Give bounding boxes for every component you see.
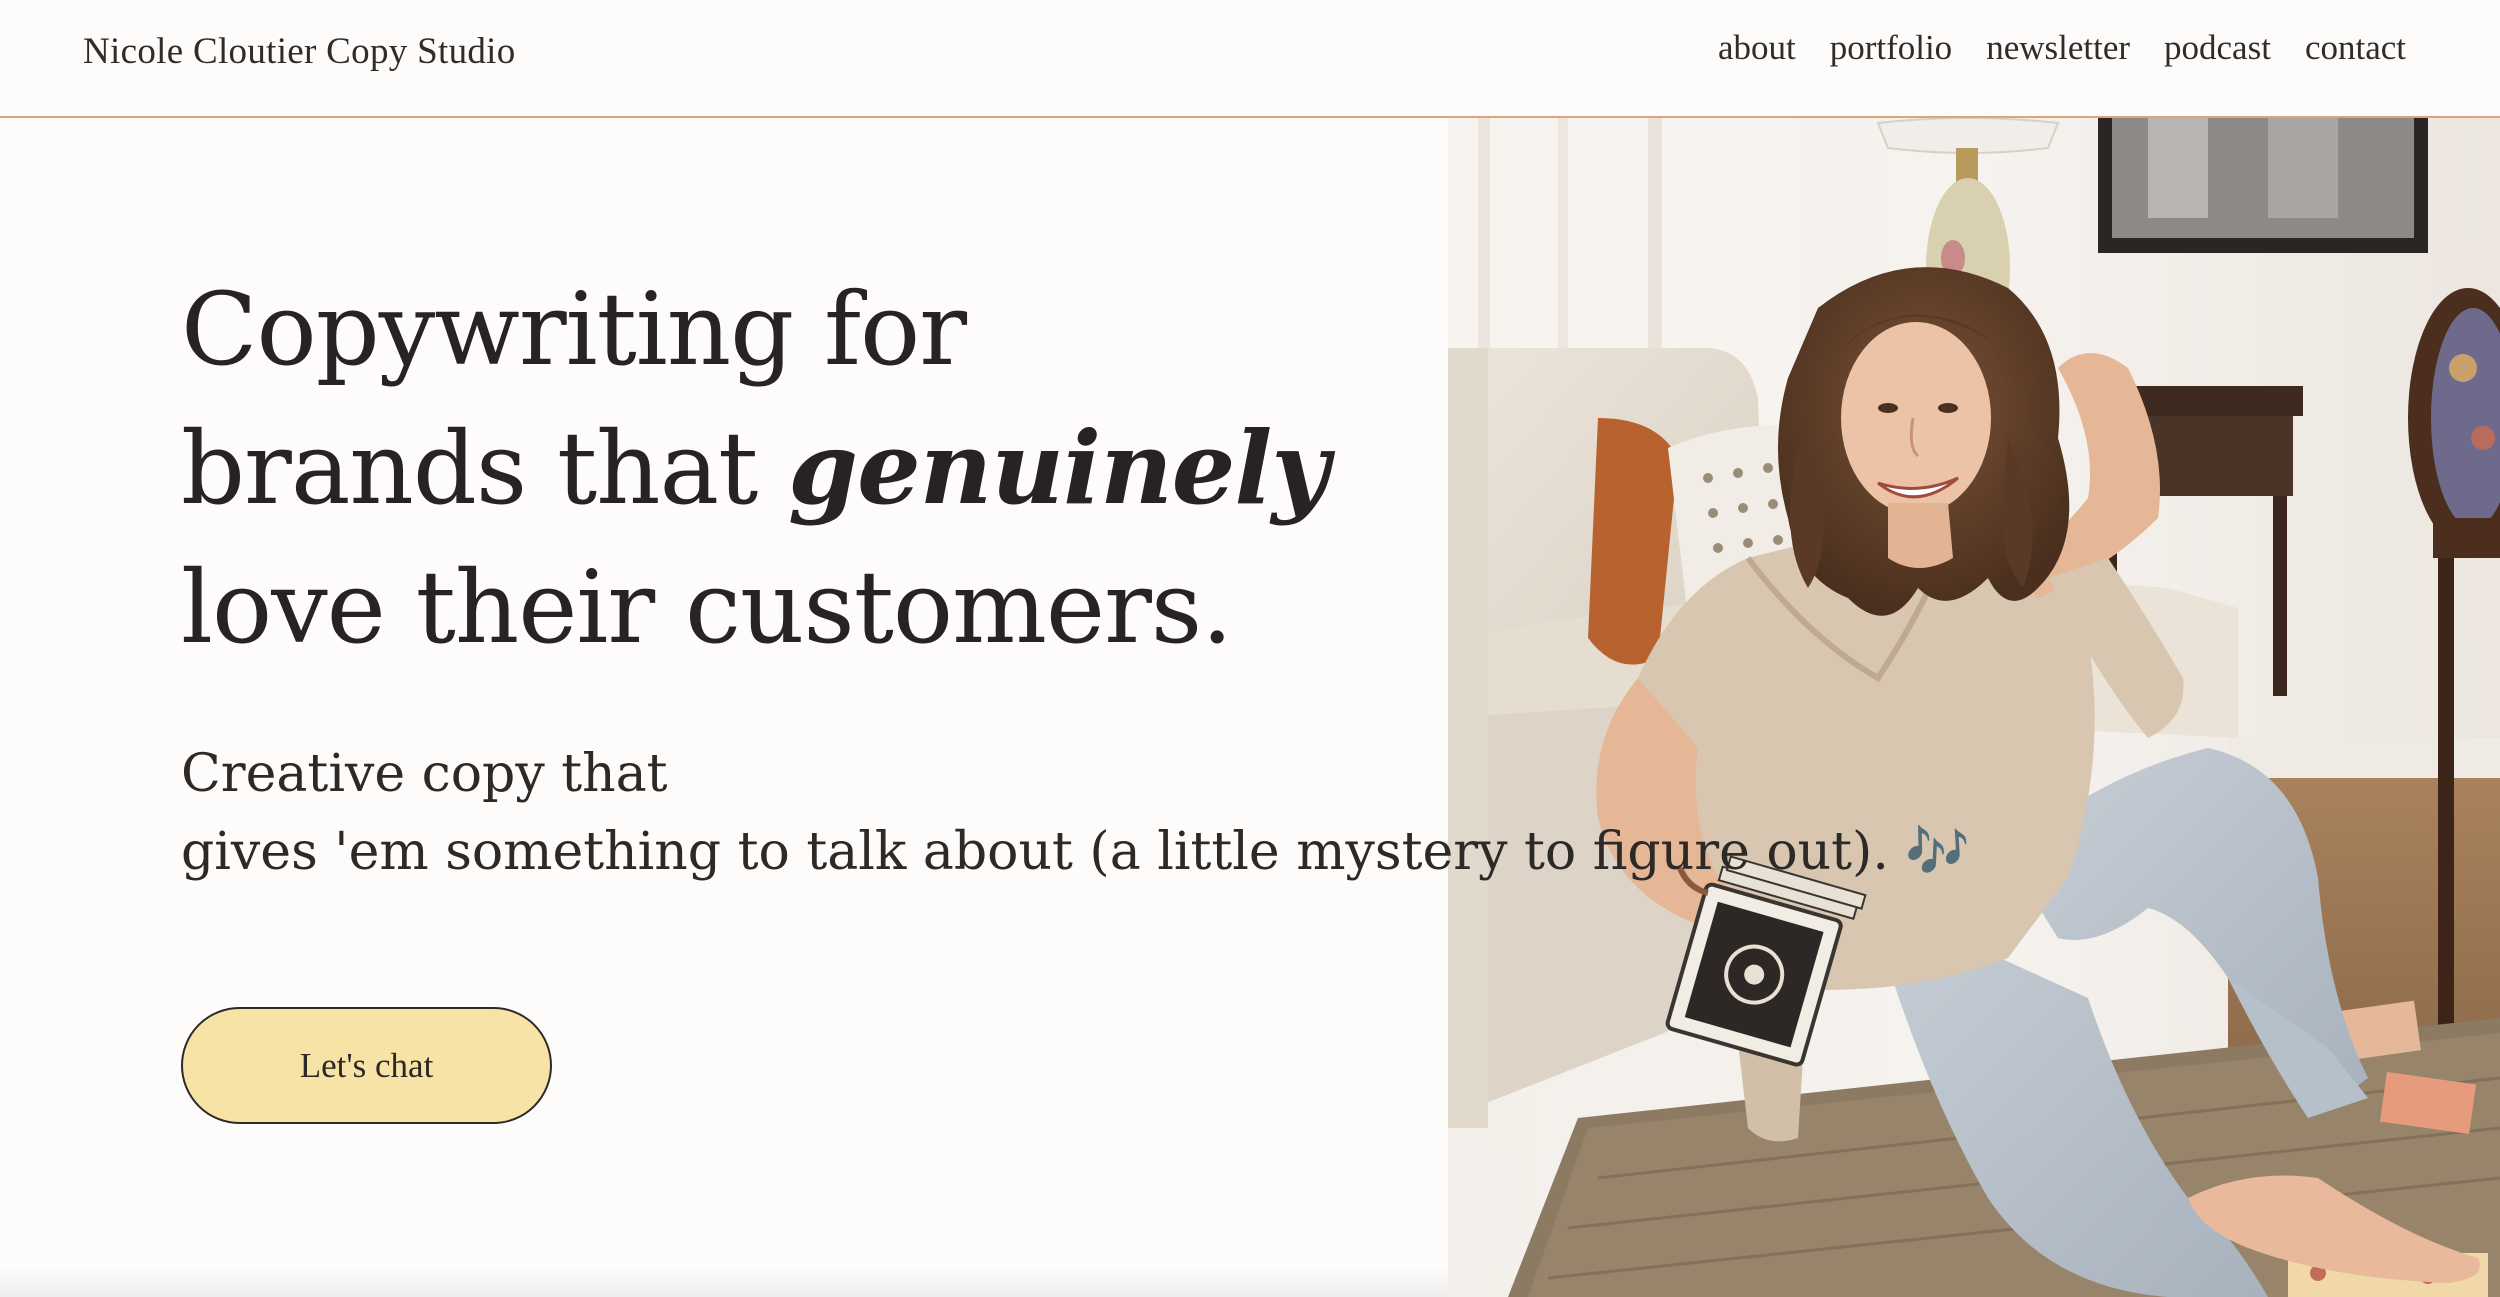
headline-line-1: Copywriting for [181,271,967,388]
headline-line-3: love their customers. [181,549,1233,666]
section-divider-shadow [0,1267,1448,1297]
hero-photo [1448,118,2500,1297]
lets-chat-button[interactable]: Let's chat [181,1007,552,1124]
nav-item-newsletter: newsletter [1986,28,2130,68]
nav-link-podcast[interactable]: podcast [2164,28,2271,67]
main-nav: about portfolio newsletter podcast conta… [1718,28,2406,68]
headline-line-2-start: brands that [181,410,789,527]
headline-emphasis: genuinely [788,409,1329,527]
nav-link-portfolio[interactable]: portfolio [1830,28,1952,67]
hero-subheadline: Creative copy that gives 'em something t… [181,735,1970,891]
nav-item-contact: contact [2305,28,2406,68]
hero-headline: Copywriting for brands that genuinely lo… [181,260,1330,677]
nav-item-podcast: podcast [2164,28,2271,68]
nav-item-portfolio: portfolio [1830,28,1952,68]
nav-link-contact[interactable]: contact [2305,28,2406,67]
nav-link-about[interactable]: about [1718,28,1796,67]
hero-text-block: Copywriting for brands that genuinely lo… [181,260,1330,677]
nav-link-newsletter[interactable]: newsletter [1986,28,2130,67]
site-title-link[interactable]: Nicole Cloutier Copy Studio [83,30,516,73]
nav-item-about: about [1718,28,1796,68]
subline-line-1: Creative copy that [181,744,668,804]
site-header: Nicole Cloutier Copy Studio about portfo… [0,0,2500,118]
subline-line-2: gives 'em something to talk about (a lit… [181,822,1971,882]
